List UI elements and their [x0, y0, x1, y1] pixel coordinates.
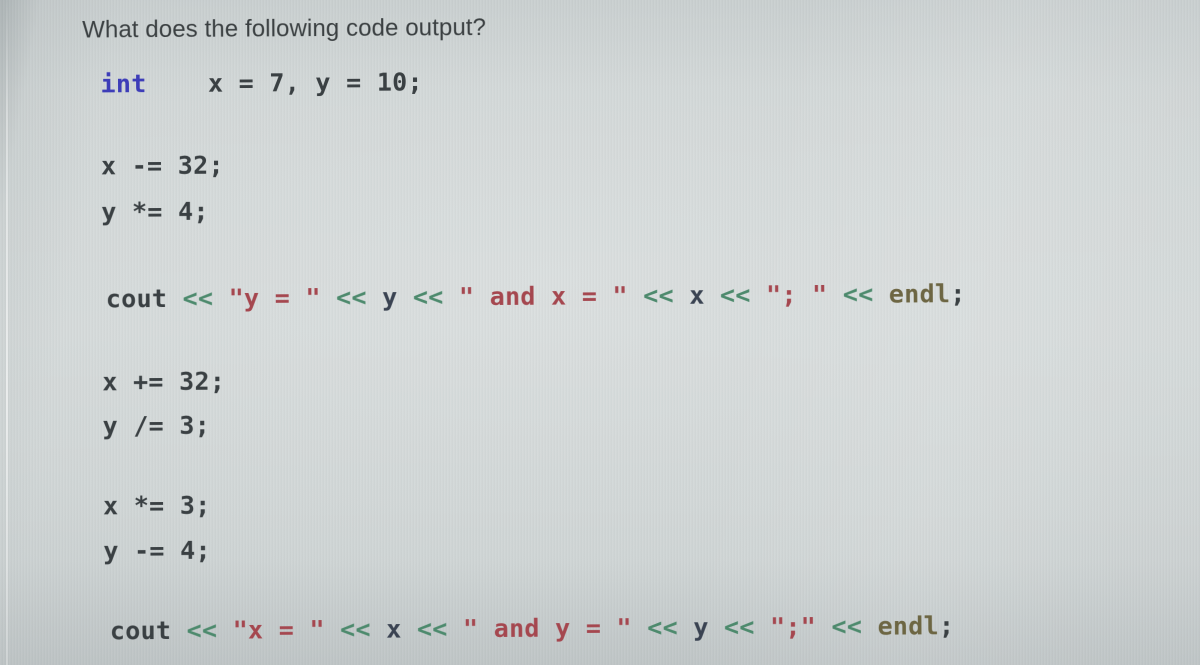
code-token-str: "; " [765, 279, 828, 310]
code-token-plain: x *= 3; [103, 490, 211, 521]
code-token-var: x [689, 280, 705, 310]
code-token-op: << [412, 282, 444, 312]
code-token-str: "y = " [228, 283, 321, 313]
code-token-plain: y *= 4; [101, 196, 209, 227]
code-token-str: " and x = " [458, 281, 628, 312]
code-token-endl: endl [888, 279, 951, 309]
code-line-cout-x-y: cout << "x = " << x << " and y = " << y … [110, 611, 955, 646]
code-line-declaration: int x = 7, y = 10; [100, 67, 423, 99]
code-line-cout-y-x: cout << "y = " << y << " and x = " << x … [106, 279, 966, 314]
code-token-op: << [336, 282, 367, 312]
question-content: What does the following code output? int… [0, 0, 1200, 665]
code-line-y-times-equals: y *= 4; [101, 197, 209, 228]
code-token-str: " and y = " [462, 613, 632, 644]
code-token-op: << [186, 615, 218, 645]
code-line-y-divide-equals: y /= 3; [103, 411, 211, 442]
code-token-op: << [723, 612, 755, 642]
code-line-x-times-equals: x *= 3; [103, 491, 211, 522]
code-token-plain: cout [105, 283, 168, 314]
code-token-str: "x = " [232, 615, 325, 645]
code-line-x-plus-equals: x += 32; [102, 367, 225, 398]
code-token-plain: cout [109, 615, 172, 646]
code-token-plain: x -= 32; [100, 150, 224, 181]
code-token-plain: x = 7, y = 10; [207, 67, 423, 98]
code-token-op: << [647, 612, 679, 643]
code-token-op: << [416, 614, 448, 644]
code-token-op: << [182, 283, 214, 313]
code-token-plain: y /= 3; [102, 410, 211, 441]
code-token-var: x [386, 614, 402, 644]
code-line-x-minus-equals: x -= 32; [101, 151, 224, 182]
code-token-var: y [693, 612, 709, 642]
code-token-op: << [719, 280, 751, 310]
code-token-var: y [382, 282, 398, 312]
code-token-punct: ; [950, 279, 966, 309]
code-token-plain: y -= 4; [103, 535, 211, 566]
code-token-str: ";" [769, 612, 817, 642]
code-token-op: << [340, 614, 371, 644]
code-token-op: << [842, 279, 874, 309]
code-line-y-minus-equals: y -= 4; [103, 536, 211, 567]
code-token-punct: ; [938, 611, 955, 641]
code-token-kw: int [100, 69, 147, 99]
code-token-endl: endl [877, 611, 940, 641]
code-token-op: << [831, 611, 863, 641]
page-title: What does the following code output? [82, 14, 487, 44]
code-token-plain: x += 32; [102, 366, 226, 397]
code-token-op: << [643, 280, 674, 311]
